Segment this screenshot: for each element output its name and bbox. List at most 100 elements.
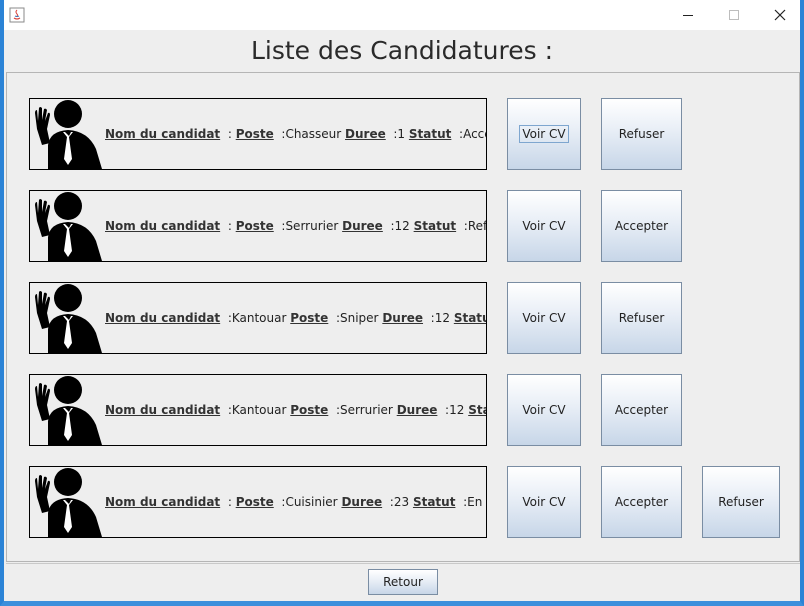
separator: : xyxy=(332,403,340,417)
statut-label: Statut xyxy=(412,495,456,509)
candidate-info: Nom du candidat :Kantouar Poste :Serruri… xyxy=(105,403,486,417)
poste-label: Poste xyxy=(290,311,329,325)
refuser-button[interactable]: Refuser xyxy=(601,98,682,170)
poste-label: Poste xyxy=(235,127,274,141)
duree-label: Duree xyxy=(382,311,424,325)
candidate-statut: Refusé xyxy=(467,219,487,233)
voir-cv-button-label: Voir CV xyxy=(522,403,566,417)
candidature-card: Nom du candidat : Poste : Serrurier Duree… xyxy=(29,190,487,262)
refuser-button[interactable]: Refuser xyxy=(601,282,682,354)
nom-label: Nom du candidat xyxy=(105,311,221,325)
close-button[interactable] xyxy=(757,0,803,30)
candidate-poste: Serrurier xyxy=(285,219,339,233)
duree-label: Duree xyxy=(345,127,386,141)
refuser-button-label: Refuser xyxy=(718,495,764,509)
accepter-button[interactable]: Accepter xyxy=(601,374,682,446)
candidate-duree: 1 xyxy=(397,127,406,141)
candidate-info: Nom du candidat : Poste : Serrurier Duree… xyxy=(105,219,487,233)
duree-label: Duree xyxy=(342,219,383,233)
statut-label: Statut xyxy=(413,219,457,233)
candidate-poste: Serrurier xyxy=(340,403,393,417)
separator: : xyxy=(455,127,464,141)
voir-cv-button-label: Voir CV xyxy=(522,219,566,233)
title-bar xyxy=(4,0,800,30)
candidate-name: Kantouar xyxy=(231,403,287,417)
nom-label: Nom du candidat xyxy=(105,219,221,233)
candidate-duree: 12 xyxy=(449,403,465,417)
accepter-button[interactable]: Accepter xyxy=(601,190,682,262)
voir-cv-button[interactable]: Voir CV xyxy=(507,282,581,354)
maximize-icon xyxy=(729,10,739,20)
candidate-poste: Cuisinier xyxy=(285,495,338,509)
voir-cv-button-label: Voir CV xyxy=(522,311,566,325)
statut-label: Statut xyxy=(468,403,486,417)
voir-cv-button-label: Voir CV xyxy=(519,125,569,143)
separator: : xyxy=(224,127,232,141)
candidate-statut: En attente xyxy=(467,495,486,509)
candidature-card: Nom du candidat :Kantouar Poste :Sniper … xyxy=(29,282,487,354)
accepter-button-label: Accepter xyxy=(614,403,669,417)
candidature-card: Nom du candidat : Poste : Cuisinier Duree… xyxy=(29,466,487,538)
person-waving-icon xyxy=(35,376,102,445)
retour-button[interactable]: Retour xyxy=(368,569,438,595)
statut-label: Statut xyxy=(453,311,486,325)
separator: : xyxy=(224,219,232,233)
candidate-name: Kantouar xyxy=(231,311,287,325)
voir-cv-button-label: Voir CV xyxy=(522,495,566,509)
voir-cv-button[interactable]: Voir CV xyxy=(507,466,581,538)
separator: : xyxy=(426,311,435,325)
page-title: Liste des Candidatures : xyxy=(250,36,554,65)
accepter-button-label: Accepter xyxy=(614,495,669,509)
poste-label: Poste xyxy=(235,495,274,509)
duree-label: Duree xyxy=(341,495,383,509)
person-waving-icon xyxy=(35,284,102,353)
person-waving-icon xyxy=(35,192,102,261)
accepter-button[interactable]: Accepter xyxy=(601,466,682,538)
nom-label: Nom du candidat xyxy=(105,403,221,417)
candidate-info: Nom du candidat : Poste : Cuisinier Duree… xyxy=(105,495,486,509)
poste-label: Poste xyxy=(290,403,329,417)
footer-bar: Retour xyxy=(6,563,800,601)
voir-cv-button[interactable]: Voir CV xyxy=(507,374,581,446)
candidature-card: Nom du candidat :Kantouar Poste :Serruri… xyxy=(29,374,487,446)
refuser-button[interactable]: Refuser xyxy=(702,466,780,538)
separator: : xyxy=(224,403,232,417)
candidate-duree: 23 xyxy=(393,495,410,509)
separator: : xyxy=(224,311,232,325)
java-icon xyxy=(9,7,25,23)
candidatures-panel: Nom du candidat : Poste :Chasseur Duree … xyxy=(6,72,800,562)
separator: : xyxy=(441,403,450,417)
duree-label: Duree xyxy=(396,403,438,417)
candidate-info: Nom du candidat :Kantouar Poste :Sniper … xyxy=(105,311,486,325)
maximize-button[interactable] xyxy=(711,0,757,30)
separator: : xyxy=(385,495,394,509)
candidature-card: Nom du candidat : Poste :Chasseur Duree … xyxy=(29,98,487,170)
candidate-info: Nom du candidat : Poste :Chasseur Duree … xyxy=(105,127,486,141)
candidate-duree: 12 xyxy=(394,219,410,233)
statut-label: Statut xyxy=(408,127,452,141)
candidate-poste: Chasseur xyxy=(285,127,342,141)
refuser-button-label: Refuser xyxy=(618,311,665,325)
person-waving-icon xyxy=(35,468,102,537)
app-window: Liste des Candidatures : Nom du candidat… xyxy=(0,0,804,606)
poste-label: Poste xyxy=(235,219,274,233)
candidate-duree: 12 xyxy=(434,311,450,325)
separator: : xyxy=(459,495,468,509)
accepter-button-label: Accepter xyxy=(614,219,669,233)
nom-label: Nom du candidat xyxy=(105,127,221,141)
voir-cv-button[interactable]: Voir CV xyxy=(507,98,581,170)
minimize-button[interactable] xyxy=(665,0,711,30)
separator: : xyxy=(224,495,232,509)
close-icon xyxy=(774,9,786,21)
minimize-icon xyxy=(683,15,693,16)
refuser-button-label: Refuser xyxy=(618,127,665,141)
retour-button-label: Retour xyxy=(383,575,423,589)
voir-cv-button[interactable]: Voir CV xyxy=(507,190,581,262)
separator: : xyxy=(332,311,340,325)
separator: : xyxy=(459,219,468,233)
candidate-statut: Accepté xyxy=(463,127,486,141)
person-waving-icon xyxy=(35,100,102,169)
nom-label: Nom du candidat xyxy=(105,495,221,509)
separator: : xyxy=(386,219,395,233)
candidate-poste: Sniper xyxy=(340,311,379,325)
